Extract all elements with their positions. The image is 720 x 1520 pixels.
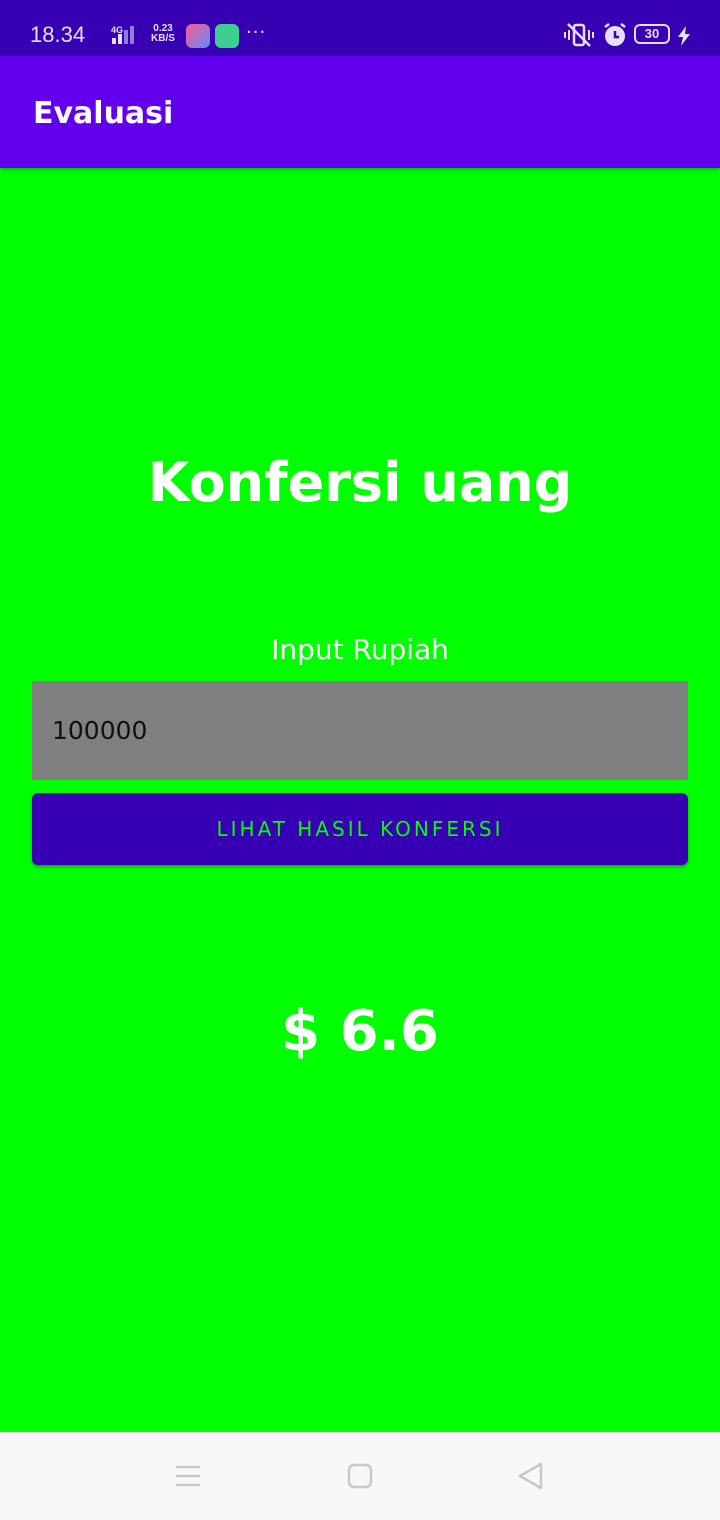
vibrate-off-icon: [564, 23, 594, 47]
input-label: Input Rupiah: [271, 633, 449, 666]
page-title: Konfersi uang: [147, 451, 573, 514]
app-notification-icon: [186, 24, 210, 48]
more-notifications-icon: ···: [246, 22, 267, 43]
app-notification-icon: [215, 24, 239, 48]
status-time: 18.34: [30, 22, 86, 47]
app-bar: Evaluasi: [0, 56, 720, 168]
rupiah-input[interactable]: [32, 681, 688, 780]
speed-unit: KB/S: [151, 33, 175, 44]
convert-button[interactable]: LIHAT HASIL KONFERSI: [32, 793, 688, 865]
signal-icon: 4G: [111, 25, 134, 44]
charging-icon: [678, 26, 690, 46]
app-title: Evaluasi: [33, 96, 174, 131]
svg-text:4G: 4G: [111, 25, 123, 35]
alarm-icon: [604, 23, 626, 46]
back-icon[interactable]: [516, 1462, 544, 1490]
menu-icon[interactable]: [174, 1464, 202, 1488]
network-speed: 0.23 KB/S: [148, 24, 178, 44]
battery-icon: 30: [634, 24, 670, 44]
status-bar: 18.34 4G 0.23 KB/S ··· 30: [0, 0, 720, 56]
conversion-result: $ 6.6: [281, 999, 439, 1064]
home-icon[interactable]: [347, 1463, 373, 1489]
